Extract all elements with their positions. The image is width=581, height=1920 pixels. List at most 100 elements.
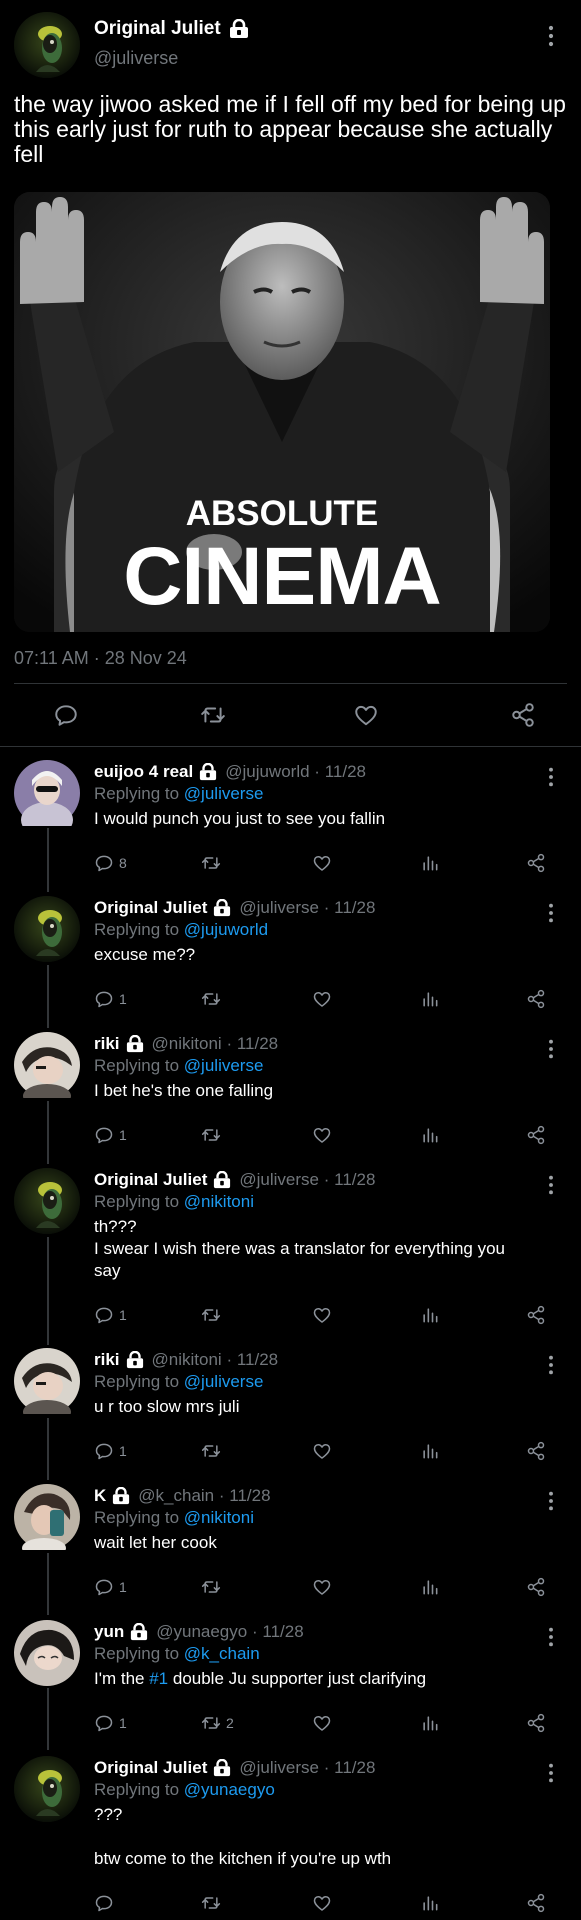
retweet-button[interactable] bbox=[201, 1122, 226, 1148]
more-vertical-icon[interactable] bbox=[548, 1762, 554, 1784]
retweet-button[interactable] bbox=[201, 1890, 226, 1916]
reply-author-handle[interactable]: @juliverse bbox=[239, 1170, 319, 1189]
avatar[interactable] bbox=[14, 12, 80, 78]
reply-button[interactable]: 1 bbox=[94, 1122, 127, 1148]
replying-to-link[interactable]: @nikitoni bbox=[184, 1508, 254, 1527]
tweet-media-image[interactable]: ABSOLUTE CINEMA bbox=[14, 192, 550, 632]
reply-tweet[interactable]: Original Juliet @juliverse · 11/28 Reply… bbox=[0, 1160, 581, 1340]
views-icon[interactable] bbox=[420, 1710, 440, 1736]
heart-icon[interactable] bbox=[312, 1574, 332, 1600]
reply-author-handle[interactable]: @juliverse bbox=[239, 1758, 319, 1777]
views-icon[interactable] bbox=[420, 1302, 440, 1328]
reply-author-name[interactable]: euijoo 4 real bbox=[94, 762, 193, 782]
reply-author-name[interactable]: riki bbox=[94, 1350, 120, 1370]
reply-tweet[interactable]: yun @yunaegyo · 11/28 Replying to @k_cha… bbox=[0, 1612, 581, 1748]
reply-button[interactable] bbox=[94, 1890, 119, 1916]
author-handle[interactable]: @juliverse bbox=[94, 48, 178, 69]
reply-tweet[interactable]: Original Juliet @juliverse · 11/28 Reply… bbox=[0, 1748, 581, 1920]
heart-icon[interactable] bbox=[312, 1890, 332, 1916]
avatar[interactable] bbox=[14, 1348, 80, 1414]
reply-tweet[interactable]: K @k_chain · 11/28 Replying to @nikitoni… bbox=[0, 1476, 581, 1612]
reply-button[interactable]: 1 bbox=[94, 1438, 127, 1464]
author-name[interactable]: Original Juliet bbox=[94, 18, 221, 40]
more-vertical-icon[interactable] bbox=[548, 24, 554, 48]
reply-button[interactable]: 1 bbox=[94, 986, 127, 1012]
heart-icon[interactable] bbox=[312, 1302, 332, 1328]
reply-tweet[interactable]: riki @nikitoni · 11/28 Replying to @juli… bbox=[0, 1024, 581, 1160]
more-vertical-icon[interactable] bbox=[548, 1626, 554, 1648]
reply-author-name[interactable]: yun bbox=[94, 1622, 124, 1642]
reply-tweet[interactable]: euijoo 4 real @jujuworld · 11/28 Replyin… bbox=[0, 752, 581, 888]
reply-author-name[interactable]: Original Juliet bbox=[94, 1170, 207, 1190]
heart-icon[interactable] bbox=[312, 1438, 332, 1464]
views-icon[interactable] bbox=[420, 850, 440, 876]
reply-button[interactable]: 1 bbox=[94, 1710, 127, 1736]
reply-tweet[interactable]: riki @nikitoni · 11/28 Replying to @juli… bbox=[0, 1340, 581, 1476]
replying-to-link[interactable]: @jujuworld bbox=[184, 920, 268, 939]
heart-icon[interactable] bbox=[312, 986, 332, 1012]
reply-author-handle[interactable]: @nikitoni bbox=[152, 1034, 222, 1053]
retweet-button[interactable] bbox=[201, 1302, 226, 1328]
replying-to-link[interactable]: @yunaegyo bbox=[184, 1780, 275, 1799]
heart-icon[interactable] bbox=[312, 850, 332, 876]
reply-author-handle[interactable]: @k_chain bbox=[138, 1486, 214, 1505]
avatar[interactable] bbox=[14, 896, 80, 962]
more-vertical-icon[interactable] bbox=[548, 1490, 554, 1512]
replying-to-link[interactable]: @juliverse bbox=[184, 1372, 264, 1391]
more-vertical-icon[interactable] bbox=[548, 1038, 554, 1060]
avatar[interactable] bbox=[14, 1032, 80, 1098]
more-vertical-icon[interactable] bbox=[548, 1354, 554, 1376]
reply-author-name[interactable]: riki bbox=[94, 1034, 120, 1054]
share-icon[interactable] bbox=[526, 1438, 546, 1464]
reply-icon[interactable] bbox=[46, 695, 86, 735]
share-icon[interactable] bbox=[526, 850, 546, 876]
heart-icon[interactable] bbox=[312, 1710, 332, 1736]
replying-to-link[interactable]: @juliverse bbox=[184, 784, 264, 803]
media-caption-large: CINEMA bbox=[123, 531, 441, 622]
views-icon[interactable] bbox=[420, 986, 440, 1012]
share-icon[interactable] bbox=[503, 695, 543, 735]
avatar[interactable] bbox=[14, 1168, 80, 1234]
tweet-timestamp[interactable]: 07:11 AM · 28 Nov 24 bbox=[14, 648, 187, 669]
reply-author-name[interactable]: K bbox=[94, 1486, 106, 1506]
replying-to-link[interactable]: @juliverse bbox=[184, 1056, 264, 1075]
views-icon[interactable] bbox=[420, 1438, 440, 1464]
reply-tweet[interactable]: Original Juliet @juliverse · 11/28 Reply… bbox=[0, 888, 581, 1024]
retweet-button[interactable] bbox=[201, 850, 226, 876]
reply-button[interactable]: 1 bbox=[94, 1302, 127, 1328]
reply-author-handle[interactable]: @nikitoni bbox=[152, 1350, 222, 1369]
reply-button[interactable]: 8 bbox=[94, 850, 127, 876]
share-icon[interactable] bbox=[526, 1302, 546, 1328]
replying-to-link[interactable]: @k_chain bbox=[184, 1644, 260, 1663]
views-icon[interactable] bbox=[420, 1574, 440, 1600]
retweet-button[interactable] bbox=[201, 1574, 226, 1600]
avatar[interactable] bbox=[14, 760, 80, 826]
replying-to-link[interactable]: @nikitoni bbox=[184, 1192, 254, 1211]
more-vertical-icon[interactable] bbox=[548, 902, 554, 924]
avatar[interactable] bbox=[14, 1484, 80, 1550]
heart-icon[interactable] bbox=[312, 1122, 332, 1148]
views-icon[interactable] bbox=[420, 1890, 440, 1916]
reply-author-handle[interactable]: @juliverse bbox=[239, 898, 319, 917]
share-icon[interactable] bbox=[526, 1122, 546, 1148]
reply-author-handle[interactable]: @jujuworld bbox=[225, 762, 309, 781]
retweet-button[interactable]: 2 bbox=[201, 1710, 234, 1736]
views-icon[interactable] bbox=[420, 1122, 440, 1148]
avatar[interactable] bbox=[14, 1756, 80, 1822]
reply-author-name[interactable]: Original Juliet bbox=[94, 898, 207, 918]
retweet-icon[interactable] bbox=[193, 695, 233, 735]
retweet-button[interactable] bbox=[201, 1438, 226, 1464]
reply-author-name[interactable]: Original Juliet bbox=[94, 1758, 207, 1778]
retweet-button[interactable] bbox=[201, 986, 226, 1012]
share-icon[interactable] bbox=[526, 1710, 546, 1736]
share-icon[interactable] bbox=[526, 986, 546, 1012]
reply-author-handle[interactable]: @yunaegyo bbox=[156, 1622, 247, 1641]
reply-button[interactable]: 1 bbox=[94, 1574, 127, 1600]
share-icon[interactable] bbox=[526, 1890, 546, 1916]
more-vertical-icon[interactable] bbox=[548, 766, 554, 788]
avatar[interactable] bbox=[14, 1620, 80, 1686]
more-vertical-icon[interactable] bbox=[548, 1174, 554, 1196]
share-icon[interactable] bbox=[526, 1574, 546, 1600]
hashtag-link[interactable]: #1 bbox=[149, 1669, 168, 1688]
heart-icon[interactable] bbox=[346, 695, 386, 735]
